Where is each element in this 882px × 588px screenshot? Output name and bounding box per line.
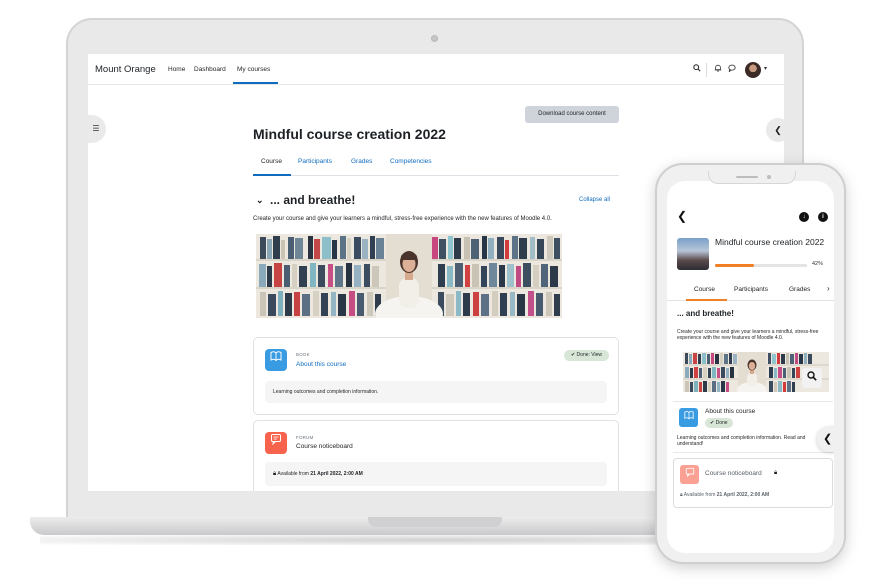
nav-my-courses[interactable]: My courses [237, 66, 270, 73]
progress-label: 42% [812, 261, 824, 267]
activity-forum: FORUM Course noticeboard 🔒︎ Available fr… [253, 420, 619, 491]
nav-active-indicator [233, 82, 278, 84]
block-drawer-toggle[interactable]: ❮ [766, 118, 784, 142]
back-arrow-icon[interactable]: ❮ [677, 209, 687, 223]
info-icon[interactable]: i [818, 212, 828, 222]
restriction-box: 🔒︎ Available from 21 April 2022, 2:00 AM [265, 462, 607, 486]
restriction-date: 21 April 2022, 2:00 AM [716, 492, 770, 498]
restriction-date: 21 April 2022, 2:00 AM [310, 471, 363, 477]
chevron-left-icon: ❮ [774, 125, 782, 135]
activity-description: Learning outcomes and completion informa… [677, 435, 806, 447]
phone-screen: ❮ ↓ i Mindful course creation 2022 42% C… [667, 181, 834, 553]
tab-grades[interactable]: Grades [789, 286, 810, 293]
front-camera [767, 175, 771, 179]
activity-link[interactable]: Course noticeboard [705, 470, 762, 477]
restriction-text: 🔒︎ Available from 21 April 2022, 2:00 AM [680, 492, 769, 498]
section-image [256, 234, 562, 318]
search-icon[interactable] [693, 64, 701, 74]
tab-active-indicator [253, 174, 291, 176]
activity-description: Learning outcomes and completion informa… [265, 381, 607, 403]
progress-bar [715, 264, 807, 267]
completion-badge[interactable]: ✔ Done: View [564, 350, 609, 361]
download-icon[interactable]: ↓ [799, 212, 809, 222]
activity-type: FORUM [296, 435, 314, 440]
site-brand[interactable]: Mount Orange [95, 64, 156, 75]
tab-participants[interactable]: Participants [734, 286, 768, 293]
section-title: ... and breathe! [270, 193, 356, 207]
completion-status: Done [715, 420, 728, 426]
tab-competencies[interactable]: Competencies [390, 158, 432, 165]
activity-link[interactable]: Course noticeboard [296, 443, 353, 450]
tab-course[interactable]: Course [261, 158, 282, 165]
progress-fill [715, 264, 754, 267]
activity-forum: Course noticeboard 🔒︎ 🔒︎ Available from … [673, 458, 833, 508]
restriction-prefix: Available from [683, 492, 716, 498]
page-title: Mindful course creation 2022 [253, 126, 446, 142]
nav-divider [706, 63, 707, 77]
phone-tabs: Course Participants Grades › [667, 279, 834, 301]
laptop-notch [368, 517, 502, 527]
book-icon [679, 408, 698, 427]
completion-badge[interactable]: ✔ Done [705, 418, 733, 428]
lock-icon: 🔒︎ [680, 492, 683, 498]
tab-active-indicator [686, 299, 727, 301]
avatar[interactable] [745, 62, 761, 78]
lock-icon: 🔒︎ [273, 471, 277, 477]
forum-icon [265, 432, 287, 454]
chevron-left-icon: ❮ [823, 433, 833, 445]
collapse-all-link[interactable]: Collapse all [579, 197, 610, 203]
activity-book: BOOK About this course ✔ Done: View Lear… [253, 337, 619, 415]
chevron-right-icon[interactable]: › [827, 284, 830, 293]
forum-icon [680, 465, 699, 484]
bell-icon[interactable] [714, 64, 722, 74]
tab-participants[interactable]: Participants [298, 158, 332, 165]
course-title: Mindful course creation 2022 [715, 237, 825, 247]
nav-home[interactable]: Home [168, 66, 185, 73]
zoom-icon[interactable] [802, 368, 822, 388]
tab-grades[interactable]: Grades [351, 158, 372, 165]
chevron-down-icon[interactable]: ▾ [764, 65, 767, 72]
course-tabs: Course Participants Grades Competencies [253, 148, 619, 176]
list-icon: ☰ [92, 124, 100, 133]
section-summary: Create your course and give your learner… [677, 329, 819, 341]
camera [431, 35, 438, 42]
chat-icon[interactable] [728, 64, 736, 74]
restriction-prefix: Available from [277, 471, 309, 477]
download-course-button[interactable]: Download course content [525, 106, 619, 123]
tab-course[interactable]: Course [694, 286, 715, 293]
section-summary: Create your course and give your learner… [253, 216, 552, 222]
section-title: ... and breathe! [677, 309, 734, 318]
check-icon: ✔ [710, 420, 715, 426]
activity-type: BOOK [296, 352, 310, 357]
course-thumbnail [677, 238, 709, 270]
lock-icon: 🔒︎ [774, 470, 778, 476]
activity-book: About this course ✔ Done Learning outcom… [673, 401, 833, 453]
course-index-toggle[interactable]: ☰ [88, 115, 106, 143]
activity-link[interactable]: About this course [296, 361, 346, 368]
navbar: Mount Orange Home Dashboard My courses ▾ [88, 54, 784, 85]
book-icon [265, 349, 287, 371]
speaker [736, 176, 758, 178]
activity-link[interactable]: About this course [705, 408, 755, 415]
section-chevron-icon[interactable]: ⌄ [256, 195, 264, 206]
nav-dashboard[interactable]: Dashboard [194, 66, 226, 73]
